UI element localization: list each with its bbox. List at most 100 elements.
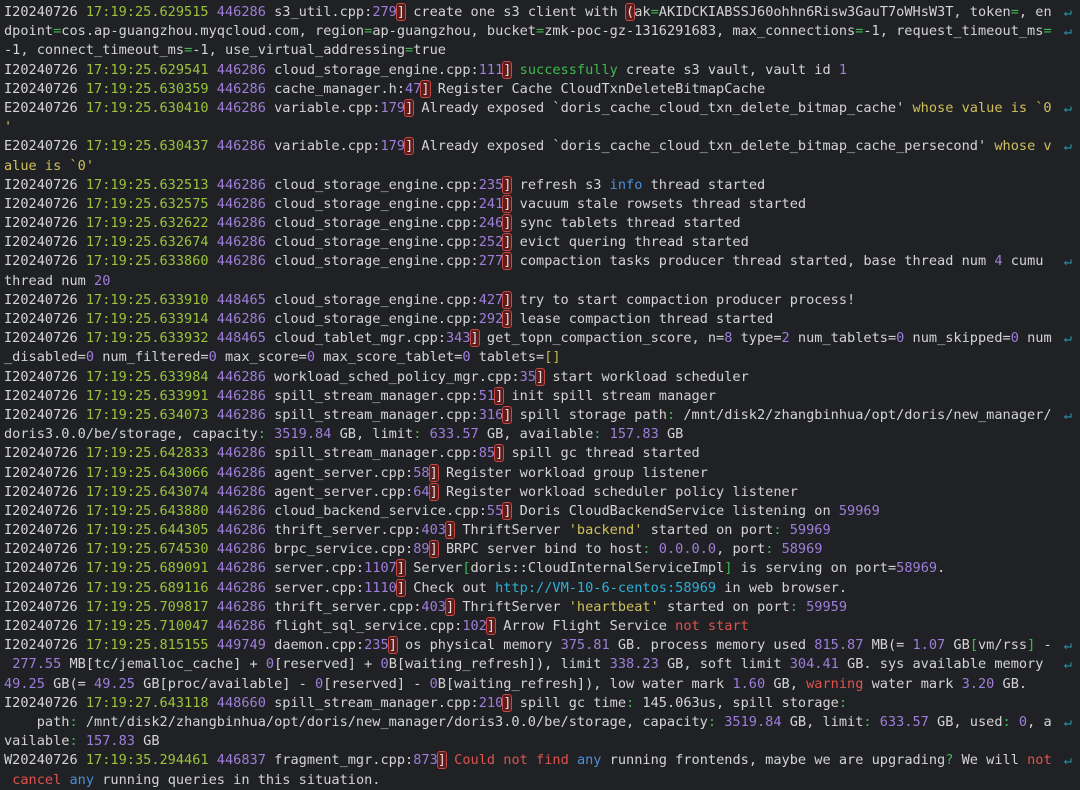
bracket-highlight: ] xyxy=(429,464,438,481)
log-text-segment: B[waiting_refresh]), low water mark xyxy=(437,675,733,692)
bracket-highlight: ] xyxy=(388,637,397,654)
log-text-segment: I20240726 xyxy=(4,522,86,539)
log-text-segment: workload_sched_policy_mgr.cpp: xyxy=(274,368,520,385)
log-text-segment: GB, available xyxy=(478,426,594,443)
log-text-segment: I20240726 xyxy=(4,560,86,577)
log-text-segment: vacuum stale rowsets thread started xyxy=(511,195,807,212)
line-wrap-icon: ↵ xyxy=(1063,253,1072,270)
log-text-segment: [ xyxy=(462,560,471,577)
log-text-segment: 446286 xyxy=(216,522,275,539)
log-text-segment: 633.57 xyxy=(879,713,929,730)
log-text-segment: 446286 xyxy=(216,368,275,385)
log-text-segment: warning xyxy=(806,675,864,692)
log-line: I20240726 17:19:25.633991 446286 spill_s… xyxy=(4,387,1080,406)
log-text-segment: 446286 xyxy=(216,176,275,193)
log-text-segment: GB, xyxy=(765,675,807,692)
log-text-segment: : xyxy=(838,694,848,711)
log-text-segment: max_score= xyxy=(216,349,307,366)
log-text-segment: vm/rss xyxy=(978,637,1028,654)
log-text-segment: 17:19:25.632674 xyxy=(85,234,217,251)
log-text-segment: 235 xyxy=(478,176,504,193)
log-text-segment: 47 xyxy=(405,80,422,97)
line-wrap-icon: ↵ xyxy=(1063,713,1072,730)
log-text-segment: 17:19:25.630410 xyxy=(85,99,217,116)
log-text-segment: cancel xyxy=(12,771,62,788)
log-text-segment: I20240726 xyxy=(4,406,86,423)
log-text-segment: Already exposed `doris_cache_cloud_txn_d… xyxy=(413,99,913,116)
log-text-segment: 292 xyxy=(478,311,504,327)
log-text-segment: [reserved] + xyxy=(274,656,381,673)
log-text-segment: 375.81 xyxy=(560,637,610,654)
log-text-segment: 446286 xyxy=(216,253,275,270)
log-text-segment: 446286 xyxy=(216,80,275,97)
log-text-segment: 0 xyxy=(265,656,275,673)
log-text-segment: 1107 xyxy=(364,560,397,577)
log-text-segment: I20240726 xyxy=(4,387,86,404)
log-text-segment: 157.83 xyxy=(85,733,135,750)
log-text-segment: 179 xyxy=(380,99,406,116)
log-text-segment: 59969 xyxy=(838,502,880,519)
log-text-segment: GB(= xyxy=(44,675,95,692)
log-text-segment: 446286 xyxy=(216,502,275,519)
log-text-segment: Server xyxy=(405,560,463,577)
log-text-segment: GB. sys available memory xyxy=(838,656,1044,673)
log-text-segment: spill_stream_manager.cpp: xyxy=(274,406,479,423)
log-text-segment: start workload scheduler xyxy=(544,368,749,385)
log-text-segment: 4 xyxy=(994,253,1003,270)
log-text-segment: 17:19:25.644305 xyxy=(85,522,217,539)
log-text-segment: 449749 xyxy=(216,637,275,654)
log-text-segment: spill_stream_manager.cpp: xyxy=(274,445,479,462)
log-text-segment xyxy=(4,656,12,672)
log-text-segment: 1.60 xyxy=(732,675,766,692)
log-text-segment: AKIDCKIABSSJ60ohhn6Risw3GauT7oWHsW3T, to… xyxy=(658,4,1011,20)
log-text-segment: : xyxy=(69,733,78,750)
log-text-segment: running frontends, maybe we are upgradin… xyxy=(601,752,946,769)
log-text-segment xyxy=(446,752,454,768)
log-line: I20240726 17:19:25.630359 446286 cache_m… xyxy=(4,80,1080,99)
log-text-segment: I20240726 xyxy=(4,694,86,711)
log-text-segment: 446286 xyxy=(216,99,275,116)
log-text-segment: started on port xyxy=(642,522,774,539)
log-text-segment: I20240726 xyxy=(4,176,86,193)
log-text-segment: cache_manager.h: xyxy=(274,80,406,97)
log-text-segment: evict quering thread started xyxy=(511,234,749,251)
log-text-segment xyxy=(782,522,790,538)
log-text-segment: started on port xyxy=(658,598,790,615)
log-text-segment: I20240726 xyxy=(4,541,86,558)
log-text-segment: 85 xyxy=(478,445,496,462)
log-text-segment: 448465 xyxy=(216,291,275,308)
line-wrap-icon: ↵ xyxy=(1063,656,1072,673)
log-text-segment: 446286 xyxy=(216,406,275,423)
log-line: I20240726 17:19:25.643066 446286 agent_s… xyxy=(4,464,1080,483)
log-text-segment: water mark xyxy=(863,675,962,692)
log-text-segment: 0 xyxy=(462,349,471,366)
log-text-segment: 17:19:25.629541 xyxy=(85,61,217,78)
log-text-segment: variable.cpp: xyxy=(274,138,381,155)
log-text-segment: path xyxy=(4,713,70,730)
log-text-segment: : xyxy=(626,694,635,711)
log-text-segment: 3519.84 xyxy=(274,426,332,443)
log-text-segment: GB[proc/available] - xyxy=(134,675,316,692)
log-text-segment: 17:19:25.642833 xyxy=(85,445,217,462)
log-text-segment: doris::CloudInternalServiceImpl xyxy=(470,560,725,577)
log-line: I20240726 17:19:25.632513 446286 cloud_s… xyxy=(4,176,1080,195)
log-text-segment: I20240726 xyxy=(4,234,86,251)
log-text-segment: thrift_server.cpp: xyxy=(274,598,422,615)
log-line: I20240726 17:19:25.644305 446286 thrift_… xyxy=(4,521,1080,540)
log-text-segment: 446286 xyxy=(216,541,275,558)
log-text-segment: I20240726 xyxy=(4,61,86,78)
log-text-segment: Check out xyxy=(405,579,496,596)
log-text-segment: agent_server.cpp: xyxy=(274,464,414,481)
log-text-segment: 17:19:25.634073 xyxy=(85,406,217,423)
log-text-segment: 446286 xyxy=(216,560,275,577)
log-text-segment: 157.83 xyxy=(609,426,659,443)
log-text-segment: E20240726 xyxy=(4,138,86,155)
log-text-segment: 446286 xyxy=(216,4,275,20)
log-line: I20240726 17:19:27.643118 448660 spill_s… xyxy=(4,694,1080,713)
log-text-segment: 17:19:25.633984 xyxy=(85,368,217,385)
log-text-segment: cumu xyxy=(1002,253,1044,270)
log-line: I20240726 17:19:25.633860 446286 cloud_s… xyxy=(4,252,1080,271)
log-text-segment: cloud_tablet_mgr.cpp: xyxy=(274,330,446,347)
log-text-segment: 338.23 xyxy=(609,656,659,673)
log-text-segment: 446286 xyxy=(216,61,275,78)
